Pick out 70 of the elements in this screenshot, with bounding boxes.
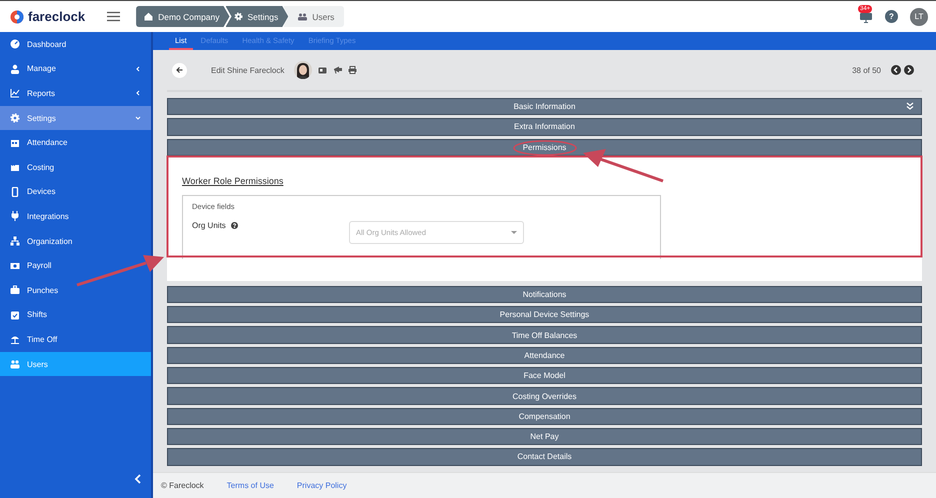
collapse-icon[interactable] [134,474,141,484]
banknote-icon [10,260,20,271]
section-header[interactable]: Attendance [167,346,922,364]
section-header[interactable]: Permissions [167,138,922,156]
section-header[interactable]: Costing Overrides [167,387,922,405]
breadcrumb-link[interactable]: Demo Company [136,6,230,27]
calendar-icon [10,310,20,320]
sidebar-item[interactable]: Integrations [0,204,151,229]
footer-link[interactable]: Privacy Policy [296,481,347,490]
sidebar-item[interactable]: Manage [0,56,151,82]
field-label: Org Units [192,221,226,230]
people-icon [298,12,308,21]
section-header[interactable]: Face Model [167,367,922,384]
megaphone-icon[interactable] [333,66,342,74]
brand-name: fareclock [28,9,86,24]
sidebar-item[interactable]: Punches [0,278,151,303]
highlight-ellipse [513,140,577,156]
sidebar-item[interactable]: Organization [0,228,151,254]
help-button[interactable]: ? [885,10,898,23]
section-header[interactable]: Basic Information [167,98,922,116]
collapse-all-icon[interactable] [906,102,914,110]
footer-link[interactable]: Terms of Use [226,481,274,490]
sidebar-item[interactable]: Time Off [0,327,151,352]
plug-icon [10,211,20,222]
section-header[interactable]: Personal Device Settings [167,306,922,324]
section-header[interactable]: Extra Information [167,118,922,136]
back-button[interactable] [172,62,187,78]
section-heading: Worker Role Permissions [182,176,284,186]
sidebar-item[interactable]: Reports [0,81,151,106]
section-header[interactable]: Notifications [167,286,922,304]
sidebar-item[interactable]: Costing [0,154,151,180]
help-icon [230,222,238,230]
menu-icon[interactable] [107,11,120,22]
umbrella-icon [10,334,20,344]
chart-icon [10,88,20,98]
section-header[interactable]: Contact Details [167,448,922,466]
arrow-left-icon [176,67,183,73]
gauge-icon [10,39,20,50]
person-icon [10,64,20,74]
people-icon [10,359,20,370]
briefcase-icon [10,285,20,296]
copyright-text: © Fareclock [161,481,204,490]
sidebar-item[interactable]: Attendance [0,130,151,155]
sidebar-item[interactable]: Devices [0,180,151,204]
home-icon [144,12,154,21]
user-avatar[interactable]: LT [910,8,928,26]
previous-icon[interactable] [891,65,901,75]
logo-icon [10,10,24,24]
breadcrumb-link[interactable]: Users [284,6,344,27]
section-header[interactable]: Net Pay [167,428,922,446]
caret-icon [511,231,517,234]
print-icon[interactable] [348,66,358,74]
sidebar-item[interactable]: Dashboard [0,32,151,57]
sidebar-item[interactable]: Payroll [0,253,151,278]
calendar-icon [10,138,20,148]
breadcrumb-link[interactable]: Settings [226,6,288,27]
record-counter: 38 of 50 [852,66,881,74]
sidebar-item[interactable]: Shifts [0,302,151,328]
gear-icon [234,12,243,21]
org-chart-icon [10,236,20,246]
sidebar-item[interactable]: Users [0,352,151,376]
next-icon[interactable] [904,65,914,75]
sidebar-item[interactable]: Settings [0,106,151,130]
phone-icon [10,186,20,197]
id-card-icon[interactable] [318,66,328,74]
factory-icon [10,162,20,172]
section-header[interactable]: Time Off Balances [167,326,922,344]
gear-icon [10,113,20,124]
page-title: Edit Shine Fareclock [211,66,284,74]
section-header[interactable]: Compensation [167,408,922,425]
